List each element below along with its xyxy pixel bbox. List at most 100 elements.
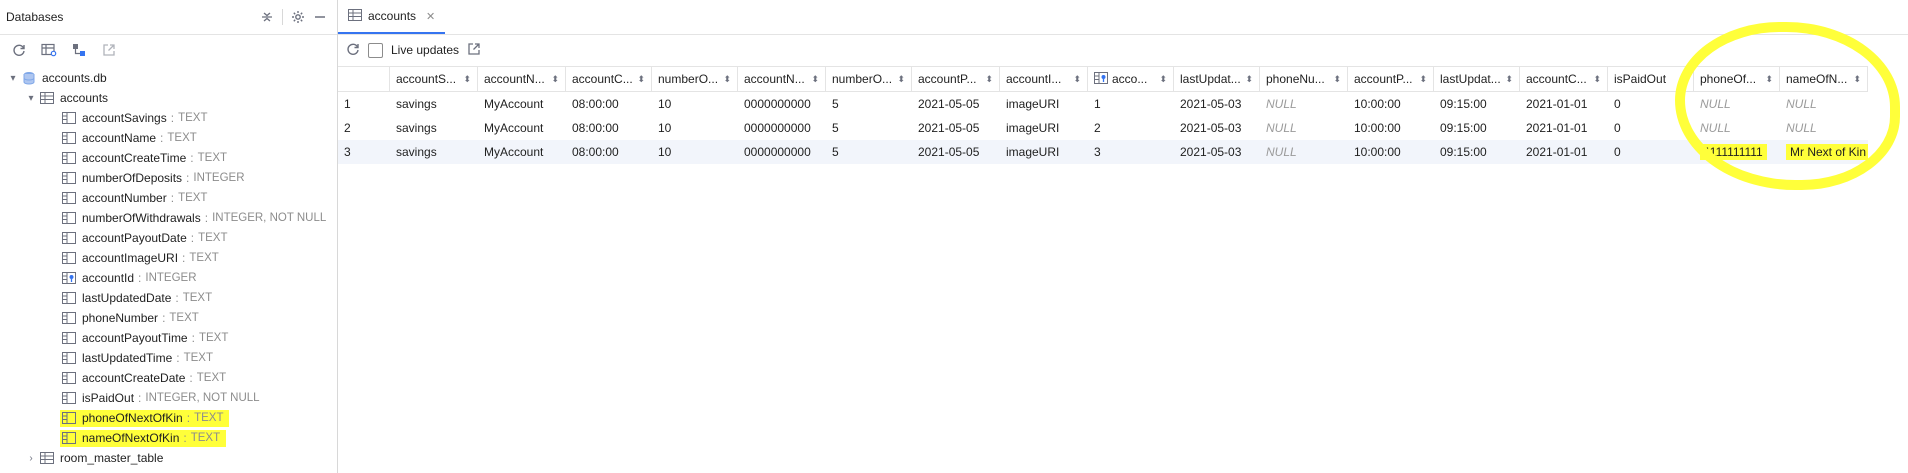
table-cell[interactable]: 09:15:00 [1434,116,1520,140]
column-header[interactable]: lastUpdat... ⬍ [1174,67,1260,91]
chevron-down-icon[interactable]: ▾ [6,73,20,84]
column-header[interactable]: accountI... ⬍ [1000,67,1088,91]
table-cell[interactable]: MyAccount [478,116,566,140]
sort-icon[interactable]: ⬍ [1419,74,1427,85]
column-header[interactable]: accountN... ⬍ [478,67,566,91]
sort-icon[interactable]: ⬍ [1245,74,1253,85]
tree-item-room-master-table[interactable]: › room_master_table [0,448,337,468]
table-cell[interactable]: savings [390,116,478,140]
refresh-icon[interactable] [6,38,32,62]
table-cell[interactable]: 10:00:00 [1348,116,1434,140]
table-cell[interactable]: 2021-01-01 [1520,140,1608,164]
tab-accounts[interactable]: accounts ✕ [338,0,446,34]
row-number[interactable]: 3 [338,140,390,164]
table-cell[interactable]: imageURI [1000,140,1088,164]
table-cell[interactable]: 0000000000 [738,116,826,140]
live-updates-checkbox[interactable] [368,42,383,58]
column-header[interactable]: acco... ⬍ [1088,67,1174,91]
sort-icon[interactable]: ⬍ [897,74,905,85]
tree-item-column[interactable]: accountNumber: TEXT [0,188,337,208]
minimize-icon[interactable] [309,6,331,28]
table-cell[interactable]: imageURI [1000,92,1088,116]
table-cell[interactable]: 10 [652,140,738,164]
sort-icon[interactable]: ⬍ [551,74,559,85]
column-header[interactable]: accountC... ⬍ [1520,67,1608,91]
table-cell[interactable]: 0000000000 [738,92,826,116]
table-cell[interactable]: 2021-05-05 [912,92,1000,116]
open-external-icon[interactable] [467,42,481,59]
column-header[interactable]: accountC... ⬍ [566,67,652,91]
tree-item-column[interactable]: numberOfDeposits: INTEGER [0,168,337,188]
column-header[interactable]: lastUpdat... ⬍ [1434,67,1520,91]
row-number[interactable]: 2 [338,116,390,140]
tree-item-column[interactable]: accountImageURI: TEXT [0,248,337,268]
table-cell[interactable]: 5 [826,116,912,140]
table-cell[interactable]: NULL [1260,92,1348,116]
sort-icon[interactable]: ⬍ [811,74,819,85]
table-cell[interactable]: 08:00:00 [566,92,652,116]
tree-item-table[interactable]: ▾ accounts [0,88,337,108]
tree-item-column[interactable]: accountId: INTEGER [0,268,337,288]
query-table-icon[interactable] [36,38,62,62]
sort-icon[interactable]: ⬍ [1159,74,1167,85]
table-cell[interactable]: imageURI [1000,116,1088,140]
table-row[interactable]: 2 savings MyAccount 08:00:00 10 0000000000 5 20… [338,116,1868,140]
tree-item-database[interactable]: ▾ accounts.db [0,68,337,88]
sort-icon[interactable]: ⬍ [463,74,471,85]
table-cell[interactable]: 10 [652,116,738,140]
column-header[interactable]: accountP... ⬍ [912,67,1000,91]
column-header[interactable]: phoneNu... ⬍ [1260,67,1348,91]
table-cell[interactable]: 10 [652,92,738,116]
chevron-down-icon[interactable]: ▾ [24,93,38,104]
table-cell[interactable]: 0 [1608,140,1694,164]
table-cell[interactable]: 2021-05-03 [1174,92,1260,116]
table-cell[interactable]: 08:00:00 [566,116,652,140]
tree-item-column[interactable]: lastUpdatedTime: TEXT [0,348,337,368]
table-cell[interactable]: savings [390,140,478,164]
table-cell[interactable]: 3 [1088,140,1174,164]
column-header[interactable]: accountN... ⬍ [738,67,826,91]
sort-icon[interactable]: ⬍ [1505,74,1513,85]
column-header[interactable]: accountP... ⬍ [1348,67,1434,91]
table-row[interactable]: 3 savings MyAccount 08:00:00 10 0000000000 5 20… [338,140,1868,164]
column-header[interactable]: accountS... ⬍ [390,67,478,91]
column-header[interactable]: numberO... ⬍ [652,67,738,91]
tree-item-column[interactable]: lastUpdatedDate: TEXT [0,288,337,308]
table-row[interactable]: 1 savings MyAccount 08:00:00 10 0000000000 5 20… [338,92,1868,116]
table-cell[interactable]: 09:15:00 [1434,92,1520,116]
sort-icon[interactable]: ⬍ [1073,74,1081,85]
table-cell[interactable]: NULL [1260,116,1348,140]
table-cell[interactable]: 0000000000 [738,140,826,164]
table-cell[interactable]: NULL [1260,140,1348,164]
sort-icon[interactable]: ⬍ [1593,74,1601,85]
tree-item-column[interactable]: accountCreateTime: TEXT [0,148,337,168]
close-icon[interactable]: ✕ [426,10,435,23]
table-cell[interactable]: 2021-05-05 [912,140,1000,164]
tree-item-column[interactable]: accountCreateDate: TEXT [0,368,337,388]
column-header[interactable]: numberO... ⬍ [826,67,912,91]
sort-icon[interactable]: ⬍ [985,74,993,85]
tree-item-column[interactable]: isPaidOut: INTEGER, NOT NULL [0,388,337,408]
table-cell[interactable]: 1 [1088,92,1174,116]
table-cell[interactable]: 2021-05-03 [1174,116,1260,140]
gear-icon[interactable] [287,6,309,28]
refresh-icon[interactable] [346,42,360,59]
table-cell[interactable]: 09:15:00 [1434,140,1520,164]
table-cell[interactable]: 2021-01-01 [1520,116,1608,140]
table-cell[interactable]: 10:00:00 [1348,92,1434,116]
table-cell[interactable]: MyAccount [478,140,566,164]
table-cell[interactable]: 2021-05-03 [1174,140,1260,164]
table-cell[interactable]: savings [390,92,478,116]
tree-item-column[interactable]: phoneOfNextOfKin: TEXT [0,408,337,428]
table-cell[interactable]: 08:00:00 [566,140,652,164]
tree-item-column[interactable]: numberOfWithdrawals: INTEGER, NOT NULL [0,208,337,228]
table-cell[interactable]: 5 [826,92,912,116]
table-cell[interactable]: 2021-05-05 [912,116,1000,140]
chevron-right-icon[interactable]: › [24,453,38,464]
table-cell[interactable]: MyAccount [478,92,566,116]
tree-item-column[interactable]: nameOfNextOfKin: TEXT [0,428,337,448]
tree-item-column[interactable]: accountName: TEXT [0,128,337,148]
table-cell[interactable]: 5 [826,140,912,164]
tree-item-column[interactable]: accountPayoutTime: TEXT [0,328,337,348]
tree-item-column[interactable]: accountPayoutDate: TEXT [0,228,337,248]
